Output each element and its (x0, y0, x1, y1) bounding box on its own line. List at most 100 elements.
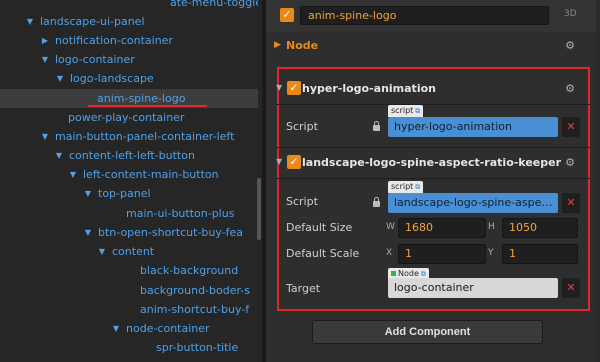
component-enabled-checkbox[interactable]: ✓ (287, 81, 301, 95)
script-asset-field[interactable]: hyper-logo-animation (388, 117, 558, 137)
node-header: ✓ anim-spine-logo 3D (266, 0, 600, 32)
divider (276, 104, 590, 105)
caret-down-icon[interactable]: ▼ (25, 12, 35, 31)
axis-label-y: Y (488, 248, 494, 258)
caret-down-icon[interactable]: ▼ (54, 146, 64, 165)
hierarchy-scrollbar[interactable] (257, 178, 261, 240)
mode-3d-tag[interactable]: 3D (564, 9, 577, 19)
default-scale-y-input[interactable]: 1 (502, 244, 578, 264)
node-active-checkbox[interactable]: ✓ (280, 8, 294, 22)
tree-item[interactable]: power-play-container (0, 108, 258, 127)
script-type-tag: script ⧉ (388, 181, 424, 193)
tree-item[interactable]: ▶ notification-container (0, 31, 258, 50)
caret-down-icon[interactable]: ▼ (83, 184, 93, 203)
axis-label-h: H (488, 222, 495, 232)
clear-script-button[interactable]: ✕ (562, 117, 580, 137)
default-size-h-input[interactable]: 1050 (502, 218, 578, 238)
tree-item-label: ate-menu-toggle (170, 0, 258, 9)
script-type-tag: script ⧉ (388, 105, 424, 117)
tree-item[interactable]: anim-shortcut-buy-f (0, 300, 258, 319)
node-section-header[interactable]: ▶ Node ⚙ (266, 36, 600, 56)
gear-icon[interactable]: ⚙ (564, 40, 576, 52)
inspector-scrollbar[interactable] (596, 0, 600, 362)
caret-down-icon[interactable]: ▼ (40, 127, 50, 146)
tree-item-label: btn-open-shortcut-buy-fea (98, 226, 244, 239)
tree-item[interactable]: background-boder-s (0, 281, 258, 300)
tree-item-label: anim-shortcut-buy-f (140, 303, 250, 316)
gear-icon[interactable]: ⚙ (564, 157, 576, 169)
target-node-field[interactable]: logo-container (388, 278, 558, 298)
tree-item-label: left-content-main-button (83, 168, 219, 181)
lock-icon (372, 197, 381, 208)
prop-label-default-scale: Default Scale (286, 247, 360, 260)
caret-down-icon[interactable]: ▼ (40, 50, 50, 69)
prop-label-target: Target (286, 282, 321, 295)
tree-item[interactable]: black-background (0, 261, 258, 280)
caret-down-icon[interactable]: ▼ (68, 165, 78, 184)
prop-label-script: Script (286, 120, 318, 133)
tree-item-label: spr-button-title (156, 341, 239, 354)
inspector-panel: ✓ anim-spine-logo 3D ▶ Node ⚙ ▼ ✓ hyper-… (266, 0, 600, 362)
tree-item[interactable]: ▼ top-panel (0, 184, 258, 203)
tree-item-label: power-play-container (68, 111, 185, 124)
clear-target-button[interactable]: ✕ (562, 278, 580, 298)
node-type-icon (391, 271, 396, 276)
default-scale-x-input[interactable]: 1 (398, 244, 486, 264)
caret-down-icon[interactable]: ▼ (83, 223, 93, 242)
component-enabled-checkbox[interactable]: ✓ (287, 155, 301, 169)
node-name-input[interactable]: anim-spine-logo (300, 6, 549, 25)
tree-item-label: main-ui-button-plus (126, 207, 235, 220)
lock-icon (372, 121, 381, 132)
caret-down-icon: ▼ (276, 83, 283, 92)
add-component-button[interactable]: Add Component (312, 320, 543, 344)
tree-item[interactable]: ▼ logo-container (0, 50, 258, 69)
selection-underline-annotation (88, 105, 207, 107)
gear-icon[interactable]: ⚙ (564, 83, 576, 95)
caret-down-icon[interactable]: ▼ (97, 242, 107, 261)
tree-item-label: notification-container (55, 34, 173, 47)
tree-item[interactable]: ▼ content (0, 242, 258, 261)
prop-label-default-size: Default Size (286, 221, 353, 234)
divider (276, 147, 590, 148)
tree-item-label: logo-landscape (70, 72, 154, 85)
axis-label-x: X (386, 248, 393, 258)
divider (276, 178, 590, 179)
tree-item-label: landscape-ui-panel (40, 15, 145, 28)
tree-item[interactable]: main-ui-button-plus (0, 204, 258, 223)
tree-item[interactable]: ▼ landscape-ui-panel (0, 12, 258, 31)
tree-item[interactable]: ▼ btn-open-shortcut-buy-fea (0, 223, 258, 242)
component-title: landscape-logo-spine-aspect-ratio-keeper (302, 156, 562, 169)
script-asset-field[interactable]: landscape-logo-spine-aspect-ratio-keeper (388, 193, 558, 213)
tree-item-label: main-button-panel-container-left (55, 130, 235, 143)
default-size-w-input[interactable]: 1680 (398, 218, 486, 238)
tree-item[interactable]: spr-button-title (0, 338, 258, 357)
external-link-icon: ⧉ (415, 107, 421, 115)
caret-down-icon[interactable]: ▼ (55, 69, 65, 88)
caret-right-icon[interactable]: ▶ (40, 31, 50, 50)
tree-item[interactable]: ▼ content-left-left-button (0, 146, 258, 165)
clear-script-button[interactable]: ✕ (562, 193, 580, 213)
tree-item-label: logo-container (55, 53, 135, 66)
caret-right-icon: ▶ (274, 40, 281, 50)
node-section-title: Node (286, 39, 319, 52)
axis-label-w: W (386, 222, 395, 232)
component-title: hyper-logo-animation (302, 82, 436, 95)
tree-item-label: top-panel (98, 187, 151, 200)
tree-item-label: content-left-left-button (69, 149, 195, 162)
tree-item-label: content (112, 245, 155, 258)
tree-item[interactable]: ▼ logo-landscape (0, 69, 258, 88)
tree-item[interactable]: ate-menu-toggle (0, 0, 258, 12)
component-header-aspect-ratio-keeper[interactable]: ▼ ✓ landscape-logo-spine-aspect-ratio-ke… (276, 153, 590, 173)
caret-down-icon: ▼ (276, 157, 283, 166)
external-link-icon: ⧉ (415, 183, 421, 191)
tree-item[interactable]: ▼ left-content-main-button (0, 165, 258, 184)
caret-down-icon[interactable]: ▼ (111, 319, 121, 338)
prop-label-script: Script (286, 195, 318, 208)
tree-item-label: black-background (140, 264, 239, 277)
tree-item[interactable]: ▼ main-button-panel-container-left (0, 127, 258, 146)
component-header-hyper-logo-animation[interactable]: ▼ ✓ hyper-logo-animation ⚙ (276, 79, 590, 99)
tree-item[interactable]: ▼ node-container (0, 319, 258, 338)
tree-item-label: background-boder-s (140, 284, 251, 297)
hierarchy-panel: ate-menu-toggle ▼ landscape-ui-panel ▶ notif… (0, 0, 262, 362)
tree-item-label: node-container (126, 322, 210, 335)
